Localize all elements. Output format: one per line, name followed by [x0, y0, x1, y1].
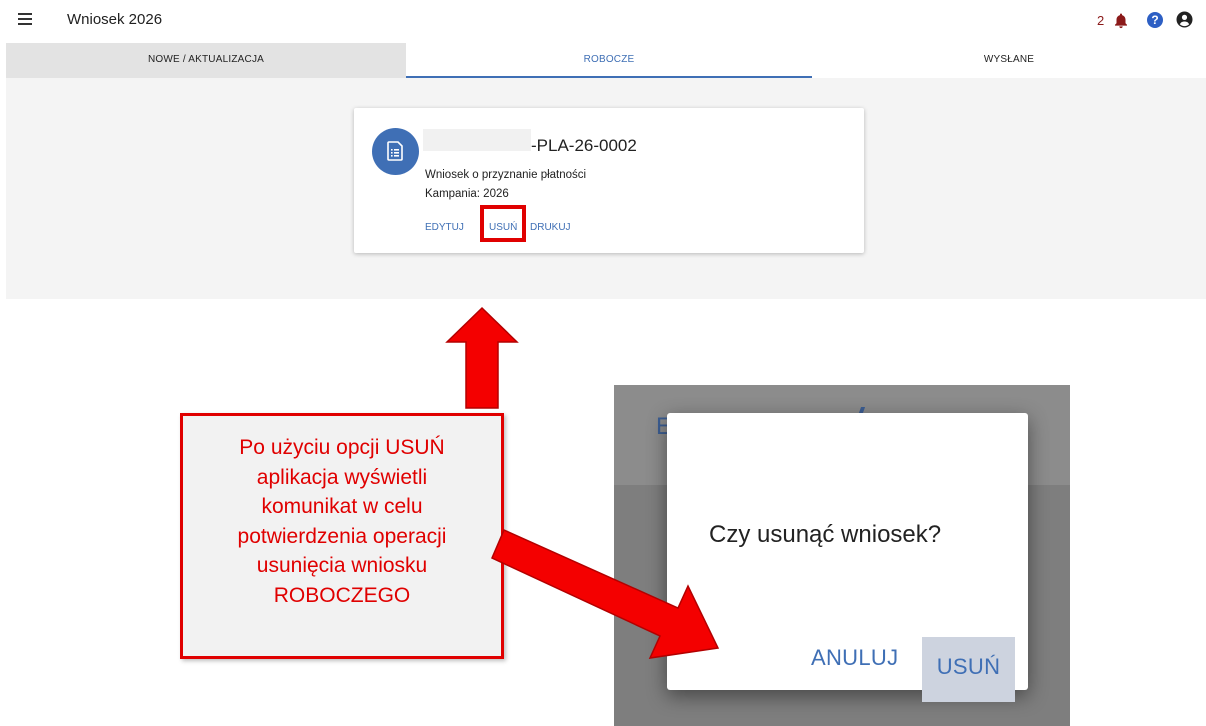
app-bar: Wniosek 2026 2 ?: [0, 0, 1206, 42]
account-icon[interactable]: [1176, 11, 1193, 28]
application-card: -PLA-26-0002 Wniosek o przyznanie płatno…: [354, 108, 864, 253]
bell-icon[interactable]: [1113, 12, 1129, 29]
redacted-area: [423, 129, 531, 151]
print-button[interactable]: DRUKUJ: [530, 222, 571, 233]
notification-count: 2: [1097, 13, 1105, 28]
confirm-delete-button[interactable]: USUŃ: [922, 637, 1015, 702]
cancel-button[interactable]: ANULUJ: [805, 638, 904, 678]
callout-line: potwierdzenia operacji: [237, 524, 447, 548]
callout-line: usunięcia wniosku: [256, 554, 428, 577]
tab-new-update[interactable]: NOWE / AKTUALIZACJA: [6, 43, 406, 78]
application-type: Wniosek o przyznanie płatności: [425, 169, 587, 181]
dialog-question: Czy usunąć wniosek?: [709, 521, 942, 548]
application-number: -PLA-26-0002: [531, 136, 637, 155]
help-icon[interactable]: ?: [1147, 12, 1163, 28]
delete-highlight-box: [480, 205, 526, 242]
callout-box: Po użyciu opcji USUŃ aplikacja wyświetli…: [180, 413, 504, 659]
menu-icon[interactable]: [18, 13, 32, 25]
content-area: -PLA-26-0002 Wniosek o przyznanie płatno…: [6, 78, 1206, 299]
tab-sent[interactable]: WYSŁANE: [812, 43, 1206, 78]
page-title: Wniosek 2026: [67, 11, 163, 28]
document-icon: [387, 141, 403, 161]
up-arrow-icon: [445, 306, 519, 409]
tab-drafts[interactable]: ROBOCZE: [406, 43, 812, 78]
callout-text: Po użyciu opcji USUŃ aplikacja wyświetli…: [183, 433, 501, 610]
callout-line: Po użyciu opcji USUŃ: [239, 436, 445, 459]
callout-line: aplikacja wyświetli: [256, 465, 428, 489]
edit-button[interactable]: EDYTUJ: [425, 222, 464, 233]
callout-line: komunikat w celu: [261, 495, 423, 518]
diagonal-arrow-icon: [491, 529, 720, 659]
callout-line: ROBOCZEGO: [273, 583, 411, 607]
application-campaign: Kampania: 2026: [425, 188, 509, 200]
tab-bar: NOWE / AKTUALIZACJA ROBOCZE WYSŁANE: [6, 43, 1206, 78]
application-avatar: [372, 128, 419, 175]
